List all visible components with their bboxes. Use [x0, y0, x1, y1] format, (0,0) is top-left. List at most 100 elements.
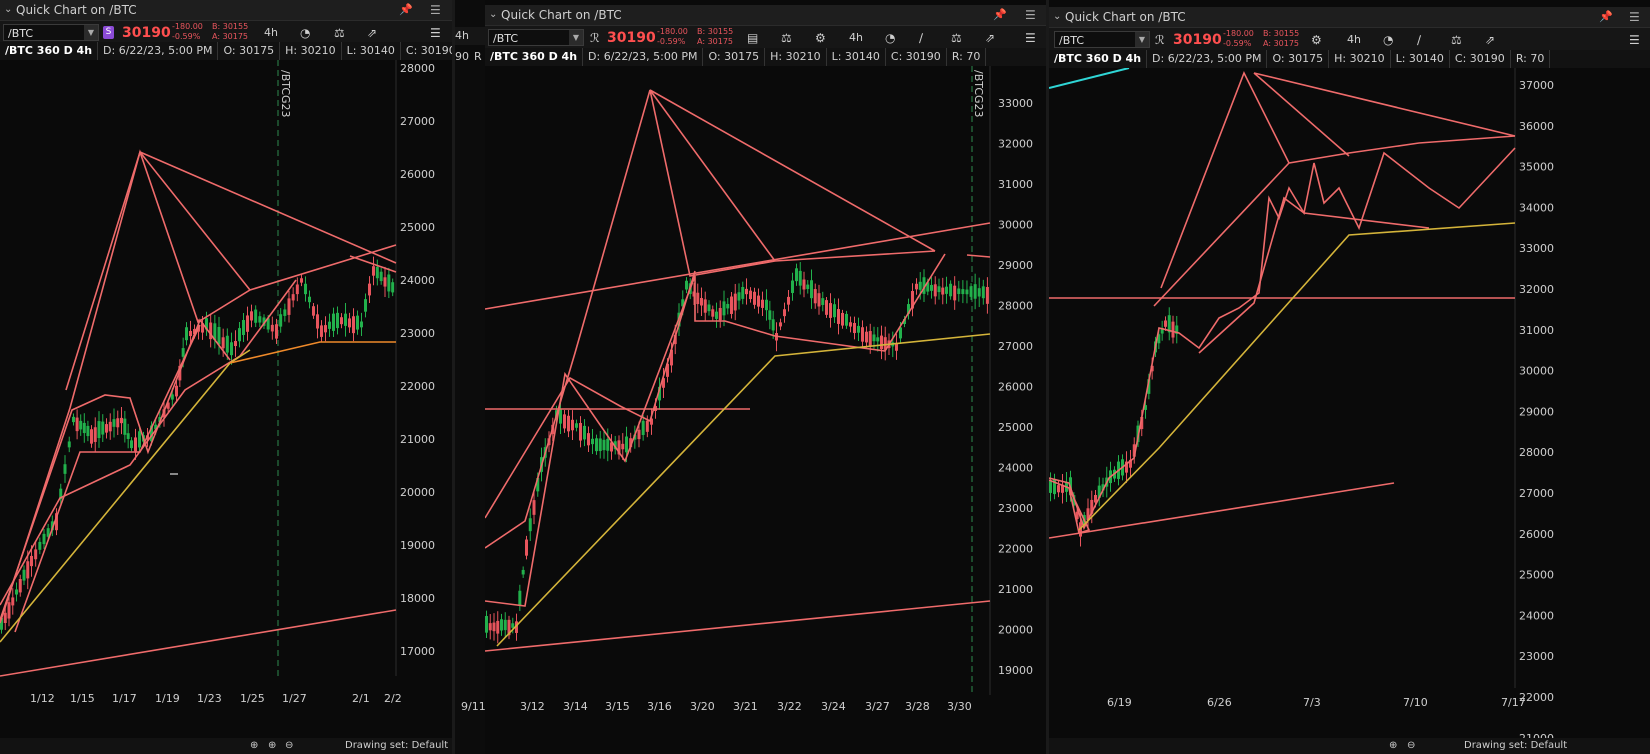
pin-icon[interactable]: 📌	[993, 5, 1007, 25]
draw-line-icon[interactable]: ∕	[919, 29, 923, 47]
y-tick-label: 37000	[1519, 79, 1554, 92]
s-badge-icon[interactable]: S	[103, 26, 114, 39]
drawings-icon[interactable]: ⇗	[367, 24, 377, 42]
y-tick-label: 19000	[400, 539, 435, 552]
candle-body	[825, 300, 828, 315]
candle-body	[75, 417, 79, 432]
candle-body	[1171, 321, 1175, 338]
price-chart-2[interactable]: /BTCG23 33000 32000 31000 30000 29000 28000 270…	[485, 66, 1046, 754]
interval-button[interactable]: 4h	[849, 29, 863, 47]
panel-3-titlebar[interactable]: ⌄ Quick Chart on /BTC 📌 ☰	[1049, 7, 1650, 28]
settings-gear-icon[interactable]: ⚙	[815, 29, 826, 47]
collapse-chevron-icon[interactable]: ⌄	[489, 5, 497, 25]
drawing-set-label[interactable]: Drawing set: Default	[1464, 738, 1567, 754]
chevron-down-icon[interactable]: ▼	[84, 25, 98, 40]
price-chart-3[interactable]: 37000 36000 35000 34000 33000 32000 31000 30000…	[1049, 68, 1650, 738]
draw-line-icon[interactable]: ∕	[1417, 31, 1421, 49]
candle-body	[38, 541, 42, 550]
symbol-input[interactable]: /BTC ▼	[488, 29, 584, 46]
studies-flask-icon[interactable]: ⚖	[1451, 31, 1462, 49]
strip-date: 9/11	[461, 700, 485, 713]
candle-body	[525, 539, 528, 556]
candle-body	[138, 431, 141, 448]
menu-icon[interactable]: ☰	[1025, 5, 1036, 25]
y-tick-label: 25000	[998, 421, 1033, 434]
style-icon[interactable]: ◔	[1383, 31, 1393, 49]
y-tick-label: 23000	[998, 502, 1033, 515]
candle-body	[287, 298, 291, 315]
candle-body	[72, 416, 75, 423]
symbol-input[interactable]: /BTC ▼	[3, 24, 99, 41]
x-tick-label: 1/19	[155, 692, 180, 705]
studies-flask-icon[interactable]: ⚖	[781, 29, 792, 47]
collapse-chevron-icon[interactable]: ⌄	[4, 0, 12, 20]
candle-body	[965, 289, 969, 295]
interval-button[interactable]: 4h	[264, 24, 278, 42]
style-icon[interactable]: ◔	[300, 24, 310, 42]
candle-body	[340, 317, 343, 325]
panel-1-titlebar[interactable]: ⌄ Quick Chart on /BTC 📌 ☰	[0, 0, 452, 21]
candle-body	[806, 284, 810, 290]
link-icon[interactable]: ℛ	[590, 29, 600, 47]
candle-body	[11, 597, 15, 606]
menu-icon[interactable]: ☰	[1629, 7, 1640, 27]
candle-body	[30, 555, 33, 567]
news-icon[interactable]: ▤	[747, 29, 758, 47]
studies-icon[interactable]: ⚖	[951, 29, 962, 47]
candle-body	[120, 417, 123, 424]
drawing-set-label[interactable]: Drawing set: Default	[345, 738, 448, 754]
candle-body	[336, 312, 339, 329]
candle-body	[22, 569, 26, 581]
collapse-chevron-icon[interactable]: ⌄	[1053, 7, 1061, 27]
candle-body	[722, 301, 726, 316]
candle-body	[34, 549, 38, 560]
toolbar-menu-icon[interactable]: ☰	[430, 24, 441, 42]
chevron-down-icon[interactable]: ▼	[1135, 32, 1149, 47]
strip-interval[interactable]: 4h	[455, 27, 485, 45]
drawings-icon[interactable]: ⇗	[1485, 31, 1495, 49]
candle-body	[707, 304, 711, 312]
candle-body	[837, 309, 840, 324]
symbol-input[interactable]: /BTC ▼	[1054, 31, 1150, 48]
candle-body	[930, 284, 933, 291]
candle-body	[598, 438, 602, 452]
zoom-in-icon[interactable]: ⊕	[268, 738, 276, 754]
candle-body	[703, 299, 707, 313]
candle-body	[559, 409, 562, 424]
bar-low: L: 30140	[827, 48, 886, 66]
chevron-down-icon[interactable]: ▼	[569, 30, 583, 45]
candle-body	[134, 437, 137, 452]
panel-2-titlebar[interactable]: ⌄ Quick Chart on /BTC 📌 ☰	[485, 5, 1046, 26]
candle-body	[372, 266, 375, 276]
chart-symbol-label: /BTC 360 D 4h	[485, 48, 584, 66]
zoom-out-icon[interactable]: ⊖	[1407, 738, 1415, 754]
settings-gear-icon[interactable]: ⚙	[1311, 31, 1322, 49]
pin-icon[interactable]: 📌	[1599, 7, 1613, 27]
candle-body	[606, 438, 610, 451]
bar-date: D: 6/22/23, 5:00 PM	[583, 48, 704, 66]
zoom-in-icon[interactable]: ⊕	[1389, 738, 1397, 754]
menu-icon[interactable]: ☰	[430, 0, 441, 20]
toolbar-menu-icon[interactable]: ☰	[1025, 29, 1036, 47]
candle-body	[291, 294, 295, 301]
x-tick-label: 3/22	[777, 700, 802, 713]
studies-flask-icon[interactable]: ⚖	[334, 24, 345, 42]
bar-close: C: 30190	[1450, 50, 1511, 68]
candle-body	[332, 313, 335, 331]
candle-body	[711, 309, 715, 317]
pin-icon[interactable]: 📌	[399, 0, 413, 20]
candle-body	[86, 425, 90, 437]
drawings-icon[interactable]: ⇗	[985, 29, 995, 47]
interval-button[interactable]: 4h	[1347, 31, 1361, 49]
candle-body	[254, 309, 258, 323]
candle-body	[753, 291, 756, 305]
toolbar-menu-icon[interactable]: ☰	[1629, 31, 1640, 49]
link-icon[interactable]: ℛ	[1155, 31, 1165, 49]
style-icon[interactable]: ◔	[885, 29, 895, 47]
candle-body	[258, 316, 262, 323]
candle-body	[185, 327, 188, 341]
y-tick-label: 29000	[998, 259, 1033, 272]
zoom-out-icon[interactable]: ⊖	[285, 738, 293, 754]
price-chart-1[interactable]: /BTCG23 28000 27000 26000 25000 24000 23000 220…	[0, 60, 452, 738]
zoom-icon[interactable]: ⊕	[250, 738, 258, 754]
